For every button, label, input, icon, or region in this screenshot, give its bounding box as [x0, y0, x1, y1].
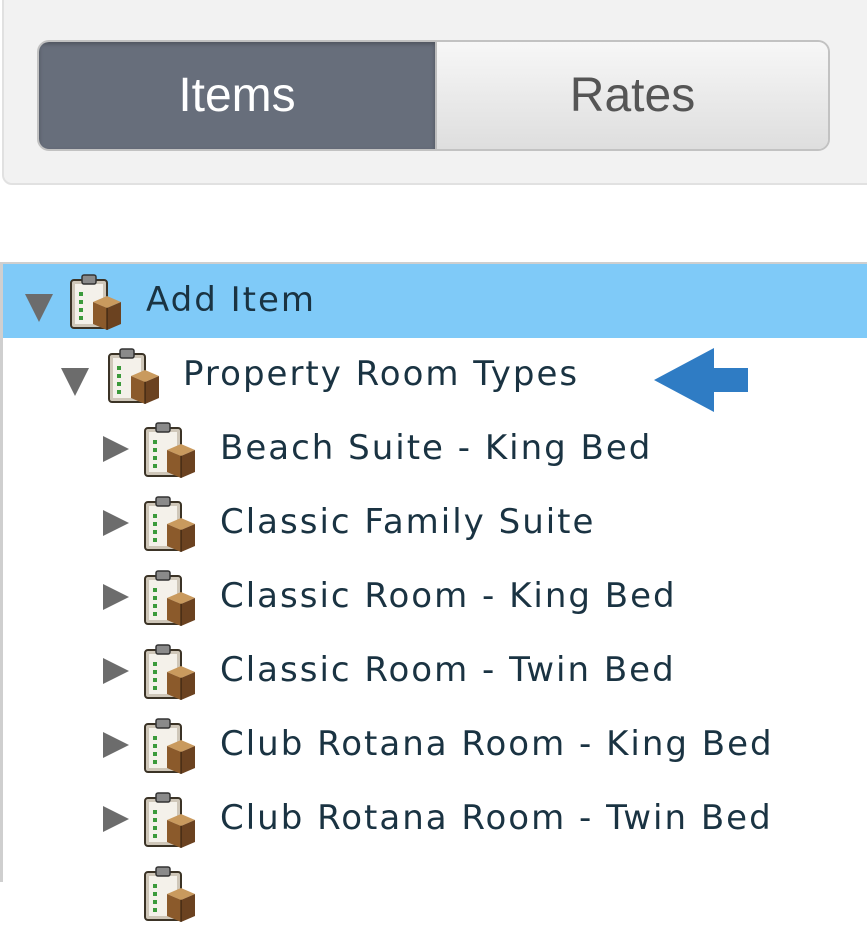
tree-node-label: Classic Room - Twin Bed [220, 650, 676, 690]
expand-triangle-icon[interactable] [103, 658, 129, 684]
clipboard-box-icon [143, 420, 195, 480]
tree-node-label: Club Rotana Room - Twin Bed [220, 798, 773, 838]
collapse-triangle-icon[interactable] [61, 368, 89, 396]
expand-triangle-icon[interactable] [103, 436, 129, 462]
clipboard-box-icon [143, 494, 195, 554]
left-arrow-icon [654, 348, 748, 412]
tree-node-label: Property Room Types [183, 354, 580, 394]
tree-node-label: Classic Family Suite [220, 502, 596, 542]
tree-row-child[interactable]: Classic Room - King Bed [3, 560, 867, 634]
collapse-triangle-icon[interactable] [25, 294, 53, 322]
expand-triangle-icon[interactable] [103, 732, 129, 758]
expand-triangle-icon[interactable] [103, 510, 129, 536]
items-tab-button[interactable]: Items [39, 42, 435, 149]
tree-node-label: Club Rotana Room - King Bed [220, 724, 774, 764]
tree-row-child[interactable]: Beach Suite - King Bed [3, 412, 867, 486]
tree-row-add-item[interactable]: Add Item [3, 264, 867, 338]
clipboard-box-icon [143, 568, 195, 628]
tree-row-child[interactable]: Club Rotana Room - Twin Bed [3, 782, 867, 856]
tree-row-child[interactable]: Classic Family Suite [3, 486, 867, 560]
clipboard-box-icon [143, 716, 195, 776]
clipboard-box-icon [143, 864, 195, 924]
rates-tab-button[interactable]: Rates [435, 42, 828, 149]
tree-row-child[interactable]: Club Rotana Room - King Bed [3, 708, 867, 782]
clipboard-box-icon [69, 272, 121, 332]
items-rates-toggle: Items Rates [37, 40, 830, 151]
tree-node-label: Add Item [146, 280, 317, 320]
tree-row-child[interactable]: Classic Room - Twin Bed [3, 634, 867, 708]
clipboard-box-icon [107, 346, 159, 406]
expand-triangle-icon[interactable] [103, 806, 129, 832]
tree-row-child[interactable] [3, 856, 867, 930]
clipboard-box-icon [143, 790, 195, 850]
tree-node-label: Beach Suite - King Bed [220, 428, 653, 468]
tree-node-label: Classic Room - King Bed [220, 576, 677, 616]
expand-triangle-icon[interactable] [103, 584, 129, 610]
clipboard-box-icon [143, 642, 195, 702]
